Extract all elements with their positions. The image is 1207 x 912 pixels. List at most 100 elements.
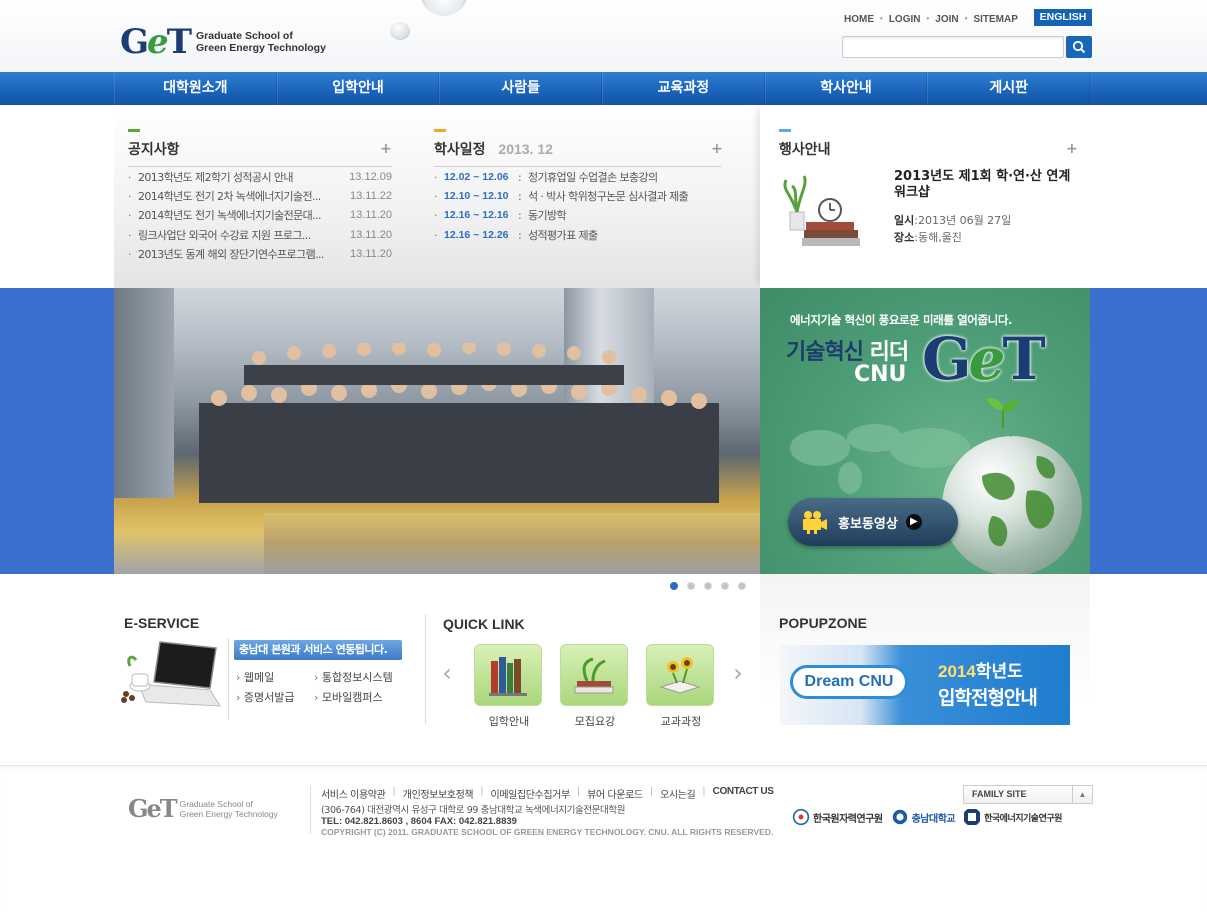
book-plant-icon: [560, 644, 628, 706]
webmail-link[interactable]: 웹메일: [236, 670, 314, 686]
search-input[interactable]: [842, 36, 1064, 58]
laptop-image: [121, 641, 221, 707]
header: GeT Graduate School of Green Energy Tech…: [0, 0, 1207, 72]
bullet: ·: [128, 171, 132, 184]
sitemap-link[interactable]: SITEMAP: [967, 14, 1023, 25]
search-button[interactable]: [1066, 36, 1092, 58]
privacy-link[interactable]: 개인정보보호정책: [403, 786, 474, 801]
video-label: 홍보동영상: [838, 516, 898, 532]
separator: |: [576, 786, 581, 797]
home-link[interactable]: HOME: [838, 14, 880, 25]
list-item[interactable]: · 2014학년도 전기 2차 녹색에너지기술전... 13.11.22: [128, 187, 392, 206]
integrated-info-link[interactable]: 통합정보시스템: [314, 670, 404, 686]
popup-banner[interactable]: Dream CNU 2014학년도 입학전형안내: [780, 645, 1070, 725]
quicklink-item-guide[interactable]: 모집요강: [560, 644, 630, 734]
nav-item-academic[interactable]: 학사안내: [764, 72, 928, 105]
nav-item-people[interactable]: 사람들: [439, 72, 603, 105]
english-button[interactable]: ENGLISH: [1034, 9, 1092, 26]
schedule-more-button[interactable]: +: [711, 141, 723, 157]
quicklink-next-button[interactable]: ›: [730, 660, 746, 686]
list-item[interactable]: · 12.10 ~ 12.10: 석 · 박사 학위청구논문 심사결과 제출: [434, 187, 721, 206]
separator: |: [702, 786, 706, 797]
schedule-range: 12.16 ~ 12.16: [444, 209, 509, 222]
divider: [425, 614, 426, 724]
slider-dot[interactable]: [687, 582, 695, 590]
login-link[interactable]: LOGIN: [883, 14, 927, 25]
footer-copyright: COPYRIGHT (C) 2011. GRADUATE SCHOOL OF G…: [321, 827, 774, 837]
event-place-label: 장소: [894, 231, 915, 244]
sunflower-book-icon: [646, 644, 714, 706]
bullet: ·: [434, 190, 438, 204]
event-more-button[interactable]: +: [1066, 141, 1078, 157]
slider-dot[interactable]: [721, 582, 729, 590]
family-site-select[interactable]: FAMILY SITE ▲: [963, 785, 1093, 804]
notice-text: 2014학년도 전기 녹색에너지기술전문대...: [138, 209, 321, 223]
event-thumbnail[interactable]: [780, 172, 862, 252]
schedule-text: 성적평가표 제출: [528, 228, 598, 242]
kaeri-logo-icon: [792, 808, 810, 826]
mobile-campus-link[interactable]: 모바일캠퍼스: [314, 690, 404, 706]
quicklink-title: QUICK LINK: [443, 616, 525, 632]
certificate-link[interactable]: 증명서발급: [236, 690, 314, 706]
nav-item-admission[interactable]: 입학안내: [276, 72, 440, 105]
nav-item-board[interactable]: 게시판: [927, 72, 1091, 105]
promo-banner[interactable]: 에너지기술 혁신이 풍요로운 미래를 열어줍니다. 기술혁신 리더 CNU Ge…: [760, 288, 1090, 574]
main-slide-photo[interactable]: [114, 288, 760, 574]
viewer-download-link[interactable]: 뷰어 다운로드: [587, 786, 643, 801]
directions-link[interactable]: 오시는길: [660, 786, 696, 801]
utility-links: HOME • LOGIN • JOIN • SITEMAP: [838, 14, 1024, 25]
list-item[interactable]: · 12.16 ~ 12.26: 성적평가표 제출: [434, 226, 721, 245]
nav-item-curriculum[interactable]: 교육과정: [602, 72, 765, 105]
terms-link[interactable]: 서비스 이용약관: [321, 786, 386, 801]
promo-video-button[interactable]: 홍보동영상 ▶: [788, 498, 958, 546]
popup-year-number: 2014: [938, 662, 976, 681]
colon: :: [518, 171, 522, 184]
schedule-title: 학사일정 2013. 12: [434, 129, 553, 159]
promo-cnu: CNU: [854, 362, 907, 387]
chevron-up-icon: ▲: [1072, 786, 1092, 803]
event-date-label: 일시: [894, 214, 915, 227]
family-site-label: FAMILY SITE: [972, 789, 1027, 799]
list-item[interactable]: · 12.02 ~ 12.06: 정기휴업일 수업결손 보충강의: [434, 168, 721, 187]
footer-links: 서비스 이용약관 | 개인정보보호정책 | 이메일집단수집거부 | 뷰어 다운로드 | …: [321, 786, 774, 801]
notice-text: 2013년도 동계 해외 장단기연수프로그램...: [138, 247, 324, 261]
globe-decoration: [942, 421, 1082, 574]
schedule-title-text: 학사일정: [434, 142, 486, 158]
footer-tel: TEL: 042.821.8603 , 8604 FAX: 042.821.88…: [321, 816, 517, 827]
logo-line2: Green Energy Technology: [196, 42, 326, 54]
notice-more-button[interactable]: +: [380, 141, 392, 157]
list-item[interactable]: · 12.16 ~ 12.16: 동기방학: [434, 206, 721, 225]
partner-name: 한국에너지기술연구원: [984, 813, 1062, 824]
list-item[interactable]: · 2013년도 동계 해외 장단기연수프로그램... 13.11.20: [128, 245, 392, 264]
contact-link[interactable]: CONTACT US: [713, 786, 774, 801]
list-item[interactable]: · 링크사업단 외국어 수강료 지원 프로그... 13.11.20: [128, 226, 392, 245]
quicklink-prev-button[interactable]: ‹: [439, 660, 455, 686]
partner-kaeri[interactable]: 한국원자력연구원: [792, 808, 883, 826]
event-headline[interactable]: 2013년도 제1회 학·연·산 연계 워크샵: [894, 169, 1084, 201]
notice-text: 링크사업단 외국어 수강료 지원 프로그...: [138, 228, 311, 242]
slider-dot[interactable]: [670, 582, 678, 590]
partner-kier[interactable]: 한국에너지기술연구원: [963, 808, 1062, 826]
notice-date: 13.11.20: [349, 228, 392, 241]
colon: :: [518, 228, 522, 242]
slider-dot[interactable]: [704, 582, 712, 590]
email-refusal-link[interactable]: 이메일집단수집거부: [491, 786, 571, 801]
list-item[interactable]: · 2014학년도 전기 녹색에너지기술전문대... 13.11.20: [128, 206, 392, 225]
join-link[interactable]: JOIN: [929, 14, 964, 25]
partner-cnu[interactable]: 충남대학교: [891, 808, 956, 826]
logo-mark: GeT: [120, 22, 192, 62]
photo-road: [264, 513, 760, 574]
nav-item-about[interactable]: 대학원소개: [114, 72, 277, 105]
list-item[interactable]: · 2013학년도 제2학기 성적공시 안내 13.12.09: [128, 168, 392, 187]
notice-title: 공지사항: [128, 129, 180, 159]
partner-logos: 한국원자력연구원 충남대학교 한국에너지기술연구원: [792, 808, 1062, 826]
site-logo[interactable]: GeT Graduate School of Green Energy Tech…: [120, 24, 326, 60]
eservice-title: E-SERVICE: [124, 615, 200, 631]
dream-cnu-badge: Dream CNU: [790, 665, 908, 699]
colon: :: [518, 209, 522, 223]
slider-dot[interactable]: [738, 582, 746, 590]
logo-line1: Graduate School of: [196, 30, 293, 42]
event-info: 일시:2013년 06월 27일 장소:동해,울진: [894, 212, 1011, 246]
quicklink-item-curriculum[interactable]: 교과과정: [646, 644, 716, 734]
quicklink-item-admission[interactable]: 입학안내: [474, 644, 544, 734]
